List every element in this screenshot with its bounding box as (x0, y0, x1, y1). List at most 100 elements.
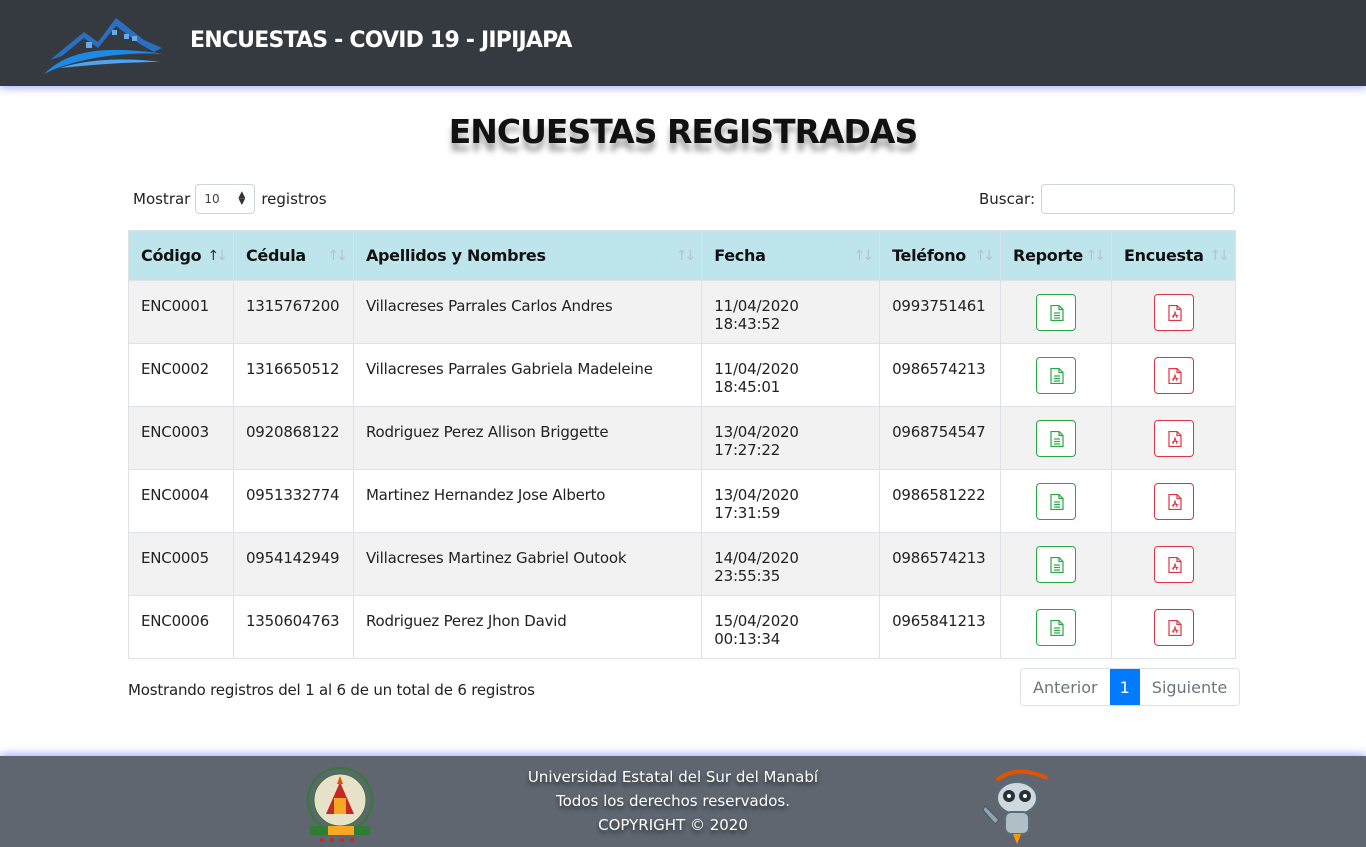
report-button[interactable] (1036, 293, 1077, 331)
cell-fecha: 14/04/2020 23:55:35 (701, 532, 881, 596)
page-size-value: 10 (204, 192, 220, 206)
cell-reporte (1000, 343, 1112, 407)
cell-reporte (1000, 280, 1112, 344)
cell-codigo: ENC0006 (128, 595, 234, 659)
file-pdf-icon (1167, 304, 1182, 321)
cell-nombres: Villacreses Parrales Gabriela Madeleine (352, 343, 703, 407)
sort-icon: ↑↓ (1085, 248, 1107, 264)
file-pdf-icon (1167, 619, 1182, 636)
report-button[interactable] (1036, 545, 1077, 583)
file-text-icon (1050, 493, 1064, 510)
sort-icon: ↑↓ (853, 248, 875, 264)
table-row: ENC0005 0954142949 Villacreses Martinez … (128, 532, 1236, 596)
records-label: registros (261, 190, 327, 208)
file-pdf-icon (1167, 367, 1182, 384)
cell-cedula: 1315767200 (232, 280, 354, 344)
table-info: Mostrando registros del 1 al 6 de un tot… (128, 681, 535, 699)
table-row: ENC0003 0920868122 Rodriguez Perez Allis… (128, 406, 1236, 470)
cell-encuesta (1111, 280, 1236, 344)
prev-page-button[interactable]: Anterior (1021, 669, 1110, 705)
footer: Universidad Estatal del Sur del Manabí T… (0, 756, 1366, 847)
column-header-reporte[interactable]: Reporte ↑↓ (1000, 230, 1112, 281)
page-size-select[interactable]: 10 ▲ ▼ (195, 184, 256, 214)
app-brand-title[interactable]: ENCUESTAS - COVID 19 - JIPIJAPA (190, 28, 572, 53)
cell-reporte (1000, 469, 1112, 533)
survey-pdf-button[interactable] (1153, 482, 1194, 520)
cell-telefono: 0986574213 (879, 532, 1002, 596)
search-input[interactable] (1041, 184, 1236, 214)
report-button[interactable] (1036, 608, 1077, 646)
show-label: Mostrar (133, 190, 191, 208)
cell-fecha: 13/04/2020 17:31:59 (701, 469, 881, 533)
survey-pdf-button[interactable] (1153, 419, 1194, 457)
survey-pdf-button[interactable] (1153, 545, 1194, 583)
cell-fecha: 11/04/2020 18:43:52 (701, 280, 881, 344)
file-text-icon (1050, 430, 1064, 447)
cell-telefono: 0993751461 (879, 280, 1002, 344)
cell-telefono: 0965841213 (879, 595, 1002, 659)
robot-mascot-icon (982, 769, 1048, 844)
sort-icon: ↑↓ (207, 248, 228, 264)
footer-text: Universidad Estatal del Sur del Manabí T… (0, 765, 1346, 837)
cell-codigo: ENC0003 (128, 406, 234, 470)
footer-rights: Todos los derechos reservados. (556, 792, 790, 810)
cell-fecha: 15/04/2020 00:13:34 (701, 595, 881, 659)
report-button[interactable] (1036, 482, 1077, 520)
cell-codigo: ENC0001 (128, 280, 234, 344)
survey-pdf-button[interactable] (1153, 608, 1194, 646)
table-row: ENC0006 1350604763 Rodriguez Perez Jhon … (128, 595, 1236, 659)
survey-pdf-button[interactable] (1153, 293, 1194, 331)
column-header-nombres[interactable]: Apellidos y Nombres ↑↓ (352, 230, 703, 281)
file-pdf-icon (1167, 493, 1182, 510)
cell-codigo: ENC0002 (128, 343, 234, 407)
cell-reporte (1000, 532, 1112, 596)
column-header-codigo[interactable]: Código ↑↓ (128, 230, 234, 281)
report-button[interactable] (1036, 419, 1077, 457)
top-navbar: ENCUESTAS - COVID 19 - JIPIJAPA (0, 0, 1366, 86)
table-row: ENC0001 1315767200 Villacreses Parrales … (128, 280, 1236, 344)
column-header-fecha[interactable]: Fecha ↑↓ (701, 230, 881, 281)
cell-telefono: 0986574213 (879, 343, 1002, 407)
column-header-encuesta[interactable]: Encuesta ↑↓ (1111, 230, 1236, 281)
surveys-table: Código ↑↓ Cédula ↑↓ Apellidos y Nombres ↑↓ … (128, 230, 1236, 659)
cell-codigo: ENC0004 (128, 469, 234, 533)
file-text-icon (1050, 556, 1064, 573)
cell-nombres: Villacreses Parrales Carlos Andres (352, 280, 703, 344)
footer-university: Universidad Estatal del Sur del Manabí (527, 768, 819, 786)
cell-encuesta (1111, 595, 1236, 659)
cell-cedula: 0951332774 (232, 469, 354, 533)
file-pdf-icon (1167, 430, 1182, 447)
house-wave-logo-icon[interactable] (40, 8, 168, 78)
page-1-button[interactable]: 1 (1109, 669, 1140, 705)
cell-fecha: 11/04/2020 18:45:01 (701, 343, 881, 407)
cell-encuesta (1111, 469, 1236, 533)
sort-icon: ↑↓ (974, 248, 996, 264)
sort-icon: ↑↓ (1209, 248, 1231, 264)
cell-nombres: Martinez Hernandez Jose Alberto (352, 469, 703, 533)
cell-fecha: 13/04/2020 17:27:22 (701, 406, 881, 470)
search-control: Buscar: (979, 184, 1236, 214)
next-page-button[interactable]: Siguiente (1139, 669, 1240, 705)
search-label: Buscar: (979, 190, 1036, 208)
cell-encuesta (1111, 532, 1236, 596)
cell-telefono: 0986581222 (879, 469, 1002, 533)
table-header-row: Código ↑↓ Cédula ↑↓ Apellidos y Nombres ↑↓ … (128, 230, 1236, 281)
column-header-telefono[interactable]: Teléfono ↑↓ (879, 230, 1002, 281)
survey-pdf-button[interactable] (1153, 356, 1194, 394)
table-row: ENC0004 0951332774 Martinez Hernandez Jo… (128, 469, 1236, 533)
file-pdf-icon (1167, 556, 1182, 573)
sort-icon: ↑↓ (675, 248, 697, 264)
column-header-cedula[interactable]: Cédula ↑↓ (232, 230, 354, 281)
pagination: Anterior 1 Siguiente (1020, 668, 1241, 706)
sort-icon: ↑↓ (327, 248, 348, 264)
cell-encuesta (1111, 406, 1236, 470)
cell-reporte (1000, 406, 1112, 470)
page-title: ENCUESTAS REGISTRADAS (448, 112, 918, 151)
table-row: ENC0002 1316650512 Villacreses Parrales … (128, 343, 1236, 407)
file-text-icon (1050, 367, 1064, 384)
file-text-icon (1050, 619, 1064, 636)
cell-nombres: Rodriguez Perez Jhon David (352, 595, 703, 659)
cell-codigo: ENC0005 (128, 532, 234, 596)
report-button[interactable] (1036, 356, 1077, 394)
footer-copyright: COPYRIGHT © 2020 (598, 816, 748, 834)
